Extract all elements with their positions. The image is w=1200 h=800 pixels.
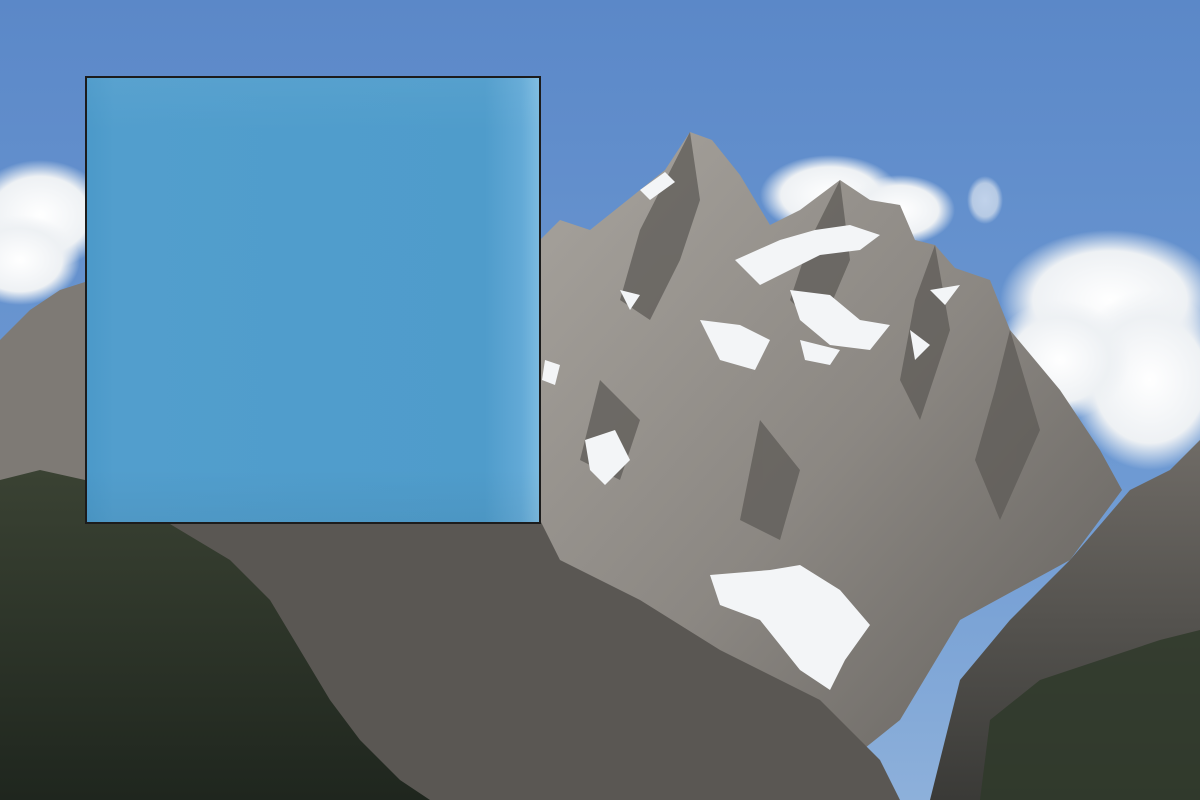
blue-overlay-square: [85, 76, 541, 524]
